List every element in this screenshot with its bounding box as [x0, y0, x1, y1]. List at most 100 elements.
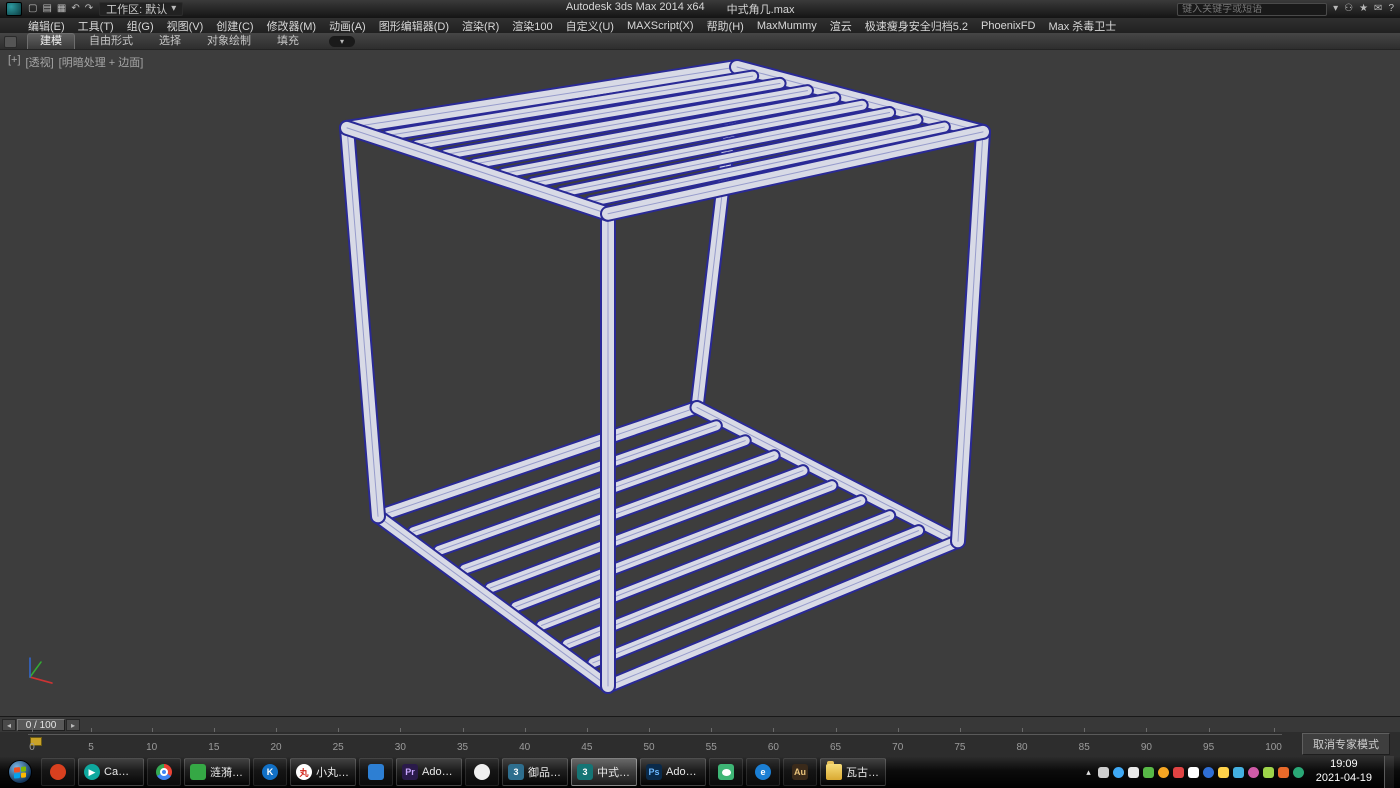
- clock-time: 19:09: [1330, 758, 1358, 771]
- ribbon-tab[interactable]: 对象绘制: [195, 34, 263, 49]
- viewport-menu-view[interactable]: [透视]: [26, 54, 54, 70]
- chrome-icon[interactable]: [147, 758, 181, 786]
- tray-icon[interactable]: [1292, 766, 1304, 778]
- frame-tick: 70: [892, 728, 904, 753]
- clock-date: 2021-04-19: [1315, 772, 1372, 784]
- premiere-button[interactable]: Pr Adob...: [396, 758, 462, 786]
- tray-icon[interactable]: [1157, 766, 1169, 778]
- tray-icon[interactable]: [1262, 766, 1274, 778]
- tray-icon[interactable]: [1112, 766, 1124, 778]
- ribbon-tab[interactable]: 建模: [27, 33, 75, 49]
- ribbon-tab[interactable]: 填充: [265, 34, 311, 49]
- new-scene-icon[interactable]: ▢: [28, 2, 37, 16]
- lianyi-button[interactable]: 涟漪制...: [184, 758, 250, 786]
- menu-item[interactable]: 工具(T): [78, 18, 114, 34]
- menu-item[interactable]: 视图(V): [167, 18, 204, 34]
- keyshot-icon[interactable]: K: [253, 758, 287, 786]
- menu-item[interactable]: Max 杀毒卫士: [1048, 18, 1116, 34]
- favorites-star-icon[interactable]: ★: [1359, 2, 1368, 16]
- viewport-menu-plus[interactable]: [+]: [8, 54, 21, 70]
- wireframe-table-model[interactable]: [0, 50, 1400, 716]
- open-file-icon[interactable]: ▤: [42, 2, 51, 16]
- menu-item[interactable]: 图形编辑器(D): [379, 18, 449, 34]
- menu-item[interactable]: 组(G): [127, 18, 154, 34]
- menu-item[interactable]: 渲云: [830, 18, 852, 34]
- current-frame-field[interactable]: 0 / 100: [17, 718, 65, 731]
- menu-item[interactable]: 极速瘦身安全归档5.2: [865, 18, 968, 34]
- taskbar-button-label: Adob...: [666, 766, 700, 778]
- max-file-zhongshi-icon: 3: [577, 764, 593, 780]
- start-button[interactable]: [2, 757, 38, 787]
- ribbon-collapse-icon[interactable]: ▾: [329, 36, 355, 47]
- 3dsmax-logo-icon[interactable]: [6, 2, 22, 16]
- infocenter: ▾ ⚇ ★ ✉ ?: [1177, 2, 1394, 16]
- browser-blue-icon[interactable]: e: [746, 758, 780, 786]
- tray-icon[interactable]: [1142, 766, 1154, 778]
- search-input[interactable]: [1177, 2, 1328, 16]
- menu-item[interactable]: PhoenixFD: [981, 20, 1035, 32]
- menu-item[interactable]: 渲染100: [512, 18, 552, 34]
- frame-tick: 60: [767, 728, 779, 753]
- menu-item[interactable]: MaxMummy: [757, 20, 817, 32]
- menu-item[interactable]: 动画(A): [329, 18, 366, 34]
- signin-icon[interactable]: ⚇: [1344, 2, 1353, 16]
- menu-item[interactable]: MAXScript(X): [627, 20, 694, 32]
- tray-icon[interactable]: [1232, 766, 1244, 778]
- photoshop-button[interactable]: Ps Adob...: [640, 758, 706, 786]
- ribbon-tab[interactable]: 选择: [147, 34, 193, 49]
- search-dropdown-icon[interactable]: ▾: [1333, 2, 1338, 16]
- taskbar-clock[interactable]: 19:09 2021-04-19: [1308, 758, 1380, 786]
- audition-icon[interactable]: Au: [783, 758, 817, 786]
- tray-icon[interactable]: [1127, 766, 1139, 778]
- white-app-icon[interactable]: [465, 758, 499, 786]
- window-title: Autodesk 3ds Max 2014 x64 中式角几.max: [189, 1, 1171, 17]
- redo-icon[interactable]: ↷: [85, 2, 93, 16]
- perspective-viewport[interactable]: [+] [透视] [明暗处理 + 边面]: [0, 49, 1400, 716]
- max-file-yupin-button[interactable]: 3 御品烤...: [502, 758, 568, 786]
- help-icon[interactable]: ?: [1388, 2, 1394, 16]
- taskbar-button-label: 中式角...: [597, 767, 631, 779]
- viewport-menu-shading[interactable]: [明暗处理 + 边面]: [59, 54, 144, 70]
- menu-item[interactable]: 编辑(E): [28, 18, 65, 34]
- system-tray: ▴ 19:09 2021-04-19: [1079, 756, 1398, 788]
- app-title: Autodesk 3ds Max 2014 x64: [565, 1, 705, 13]
- camtasia-button[interactable]: ▶ Camta...: [78, 758, 144, 786]
- taskbar-button-label: 涟漪制...: [210, 767, 244, 779]
- xiaowan-icon: 丸: [296, 764, 312, 780]
- lianyi-icon: [190, 764, 206, 780]
- menu-item[interactable]: 渲染(R): [462, 18, 499, 34]
- menu-item[interactable]: 自定义(U): [566, 18, 614, 34]
- track-bar-ruler[interactable]: 0 5 10 15 20 25 30 35 40 45 50 55 60 65 70 75 80 85 90 95 10…: [28, 728, 1282, 756]
- tray-icon[interactable]: [1097, 766, 1109, 778]
- wechat-icon[interactable]: [709, 758, 743, 786]
- frame-tick: 50: [643, 728, 655, 753]
- cancel-expert-mode-button[interactable]: 取消专家模式: [1302, 733, 1390, 755]
- browser-red-icon[interactable]: [41, 758, 75, 786]
- tray-icon[interactable]: [1172, 766, 1184, 778]
- max-file-zhongshi-button[interactable]: 3 中式角...: [571, 758, 637, 786]
- windows-taskbar: ▶Camta...涟漪制...K丸小丸工...PrAdob...3御品烤...3…: [0, 756, 1400, 788]
- tray-icon[interactable]: [1247, 766, 1259, 778]
- tray-icon[interactable]: [1187, 766, 1199, 778]
- undo-icon[interactable]: ↶: [71, 2, 79, 16]
- ribbon-tab[interactable]: 自由形式: [77, 34, 145, 49]
- tray-expand-icon[interactable]: ▴: [1083, 767, 1094, 778]
- blue-tiles-icon[interactable]: [359, 758, 393, 786]
- tray-icon[interactable]: [1277, 766, 1289, 778]
- folder-wagu-button[interactable]: 瓦古色...: [820, 758, 886, 786]
- previous-frame-icon[interactable]: ◂: [2, 718, 16, 731]
- next-frame-icon[interactable]: ▸: [66, 718, 80, 731]
- workspace-selector[interactable]: 工作区: 默认 ▾: [99, 2, 184, 16]
- menu-item[interactable]: 修改器(M): [267, 18, 317, 34]
- show-desktop-button[interactable]: [1384, 756, 1394, 788]
- communication-icon[interactable]: ✉: [1374, 2, 1382, 16]
- menu-item[interactable]: 帮助(H): [707, 18, 744, 34]
- status-bar-right: 取消专家模式: [1292, 732, 1400, 756]
- save-file-icon[interactable]: ▦: [57, 2, 66, 16]
- ribbon-grip-icon[interactable]: [4, 36, 17, 48]
- frame-tick: 55: [705, 728, 717, 753]
- menu-item[interactable]: 创建(C): [216, 18, 253, 34]
- tray-icon[interactable]: [1202, 766, 1214, 778]
- xiaowan-button[interactable]: 丸小丸工...: [290, 758, 356, 786]
- tray-icon[interactable]: [1217, 766, 1229, 778]
